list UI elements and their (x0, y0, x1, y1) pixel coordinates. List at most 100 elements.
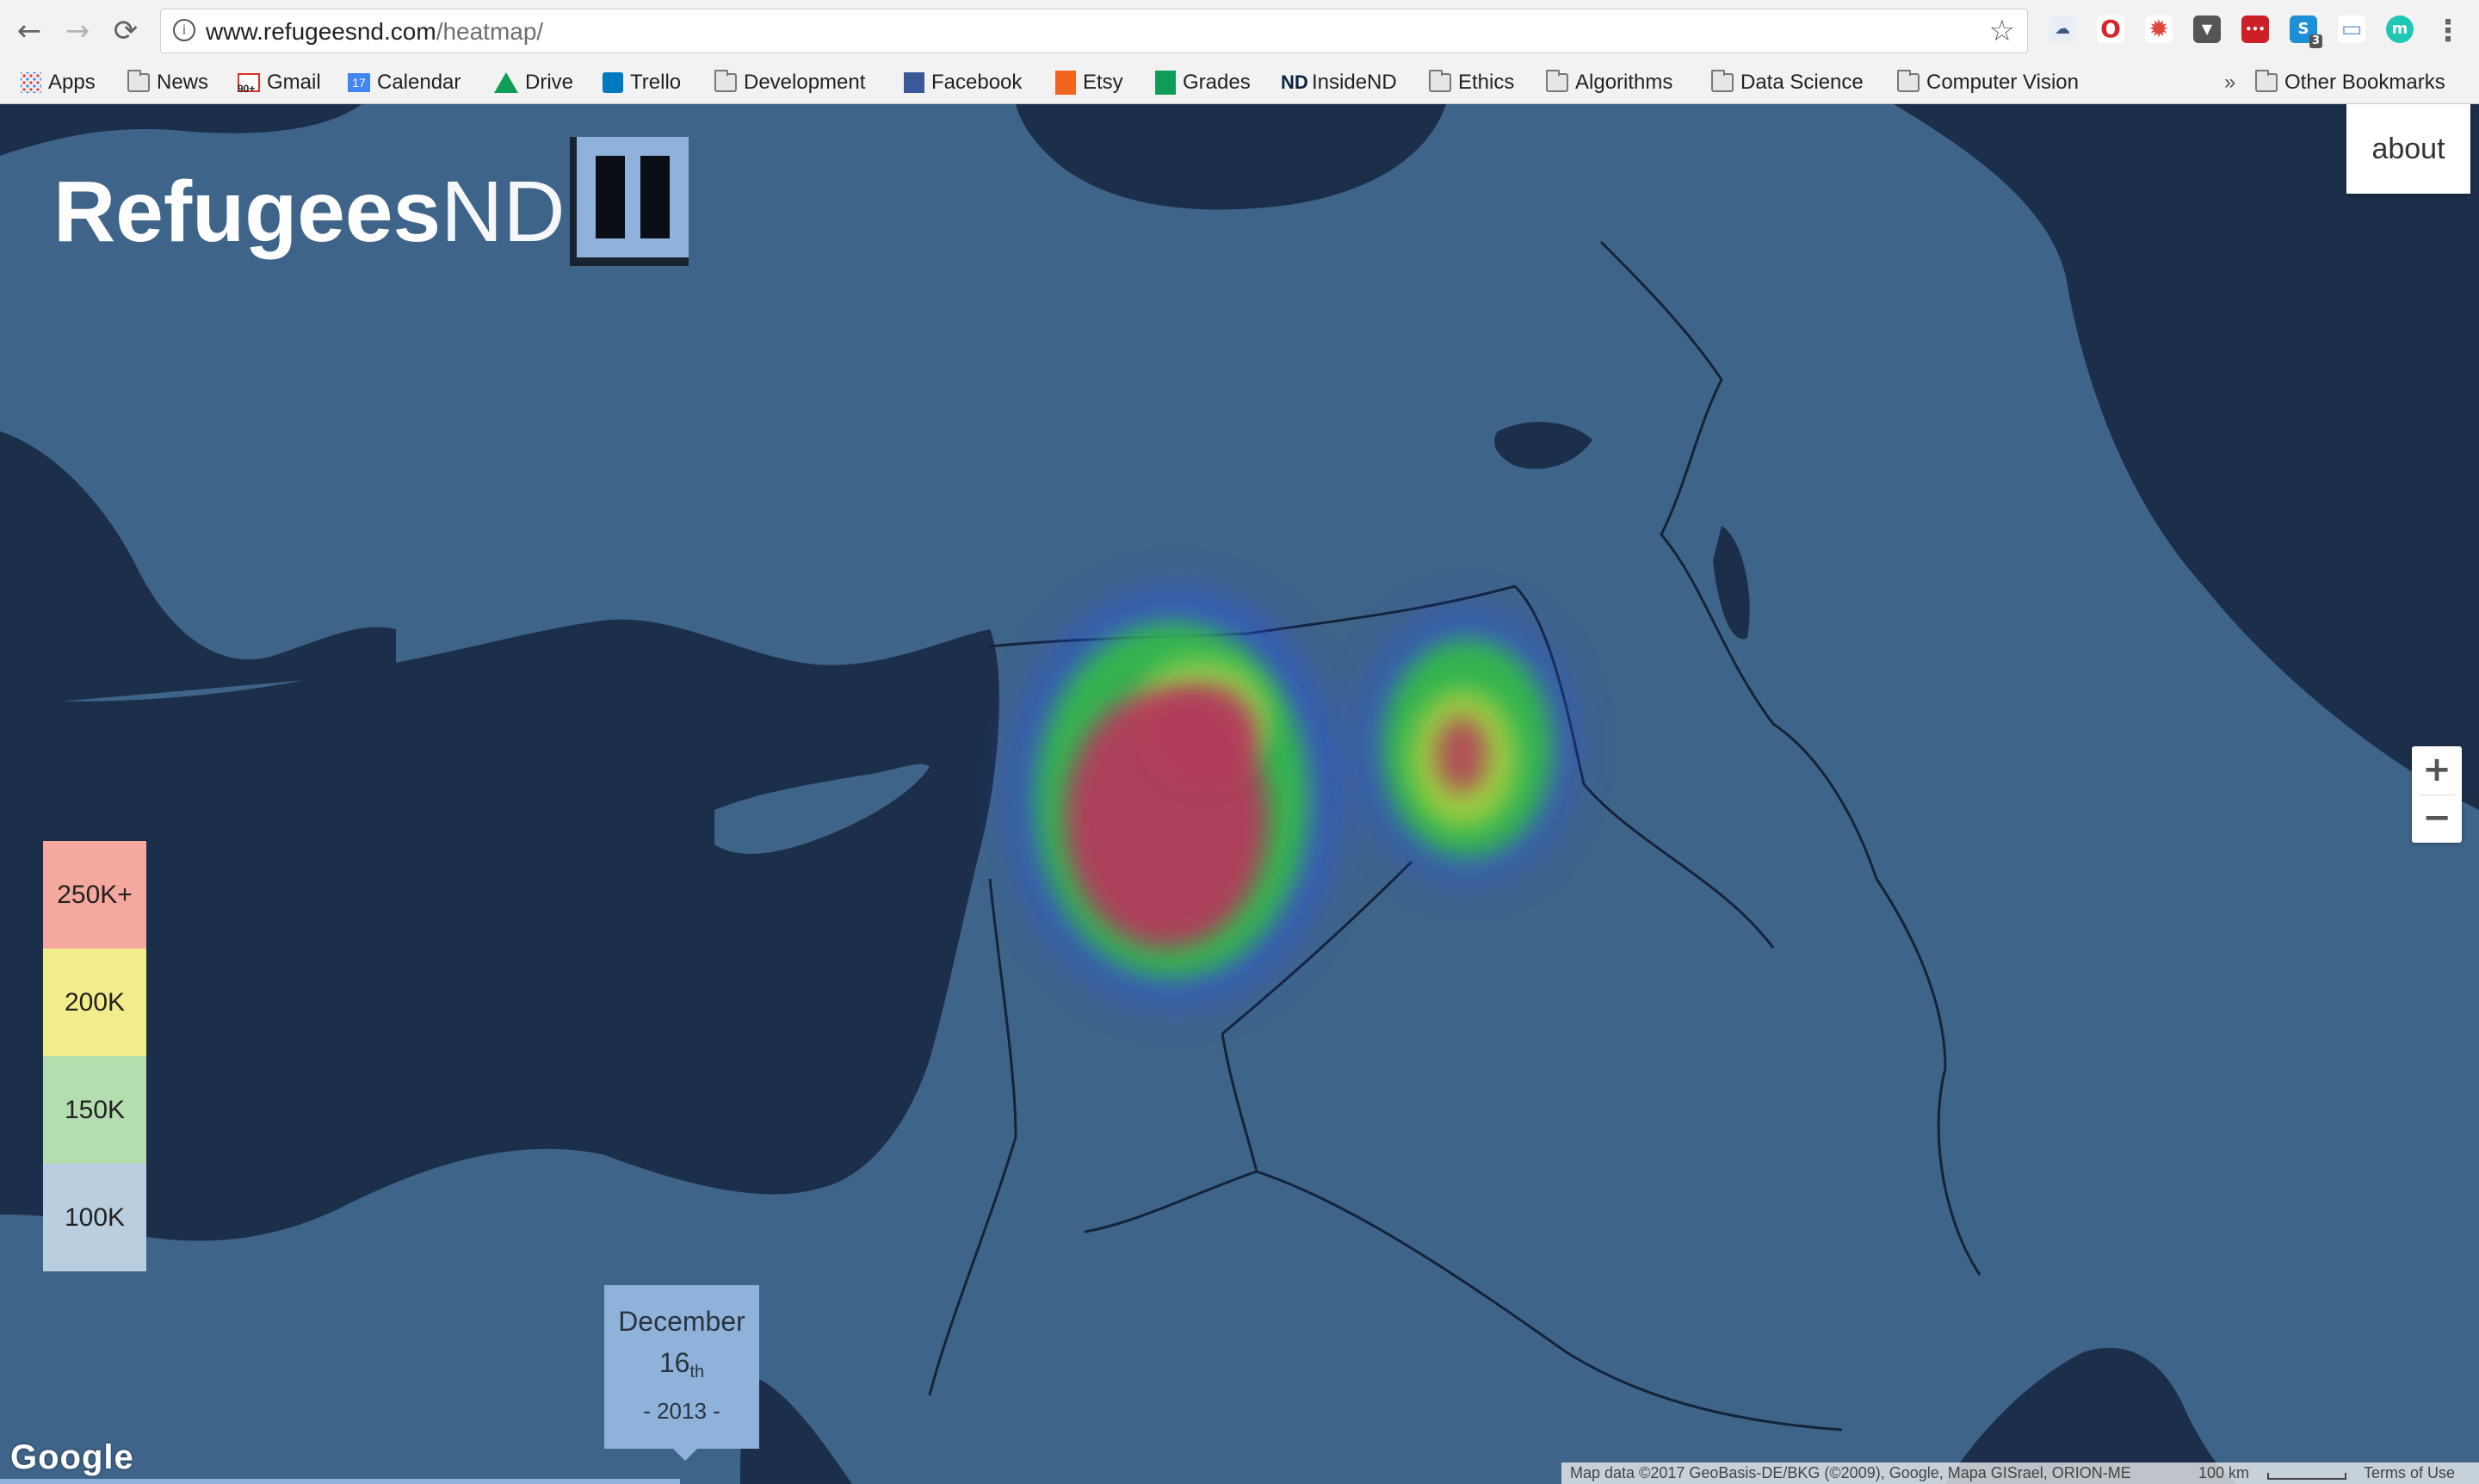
bookmark-trello[interactable]: Trello (603, 65, 681, 100)
gmail-icon: 90+ (238, 73, 260, 95)
bookmark-label: Drive (525, 71, 574, 94)
bookmark-label: Etsy (1083, 71, 1123, 94)
bookmark-grades[interactable]: Grades (1155, 65, 1251, 100)
bookmark-algorithms[interactable]: Algorithms (1546, 65, 1672, 100)
bookmark-other-bookmarks[interactable]: Other Bookmarks (2255, 65, 2445, 100)
bookmark-label: Data Science (1740, 71, 1864, 94)
pause-bar-right (640, 156, 670, 238)
info-icon[interactable]: i (173, 19, 195, 41)
bookmark-label: Other Bookmarks (2284, 71, 2445, 94)
map-scale-bar (2267, 1473, 2346, 1480)
bookmark-apps[interactable]: Apps (21, 65, 96, 100)
bookmark-label: Algorithms (1575, 71, 1673, 94)
sheets-icon (1155, 71, 1176, 95)
google-logo[interactable]: Google (10, 1438, 134, 1476)
bookmark-drive[interactable]: Drive (494, 65, 573, 100)
bookmark-data-science[interactable]: Data Science (1711, 65, 1864, 100)
bookmark-insidend[interactable]: ND InsideND (1281, 65, 1397, 100)
m-extension-icon[interactable]: m (2386, 15, 2414, 43)
browser-menu-icon[interactable]: ⋮ (2431, 14, 2465, 48)
folder-icon (714, 70, 737, 92)
bug-extension-icon[interactable]: ✹ (2145, 15, 2173, 43)
bookmark-label: Gmail (267, 71, 321, 94)
scale-label[interactable]: 100 km (2198, 1462, 2249, 1484)
attribution-text: Map data ©2017 GeoBasis-DE/BKG (©2009), … (1570, 1464, 2131, 1481)
pocket-extension-icon[interactable]: ▼ (2193, 15, 2221, 43)
folder-icon (127, 70, 150, 92)
date-day-number: 16 (658, 1347, 690, 1378)
url-text[interactable]: www.refugeesnd.com/heatmap/ (206, 20, 543, 44)
trello-icon (603, 72, 623, 93)
legend-label: 200K (64, 988, 126, 1017)
heatmap-map[interactable]: RefugeesND about + − 250K+ 200K 150K 100… (0, 104, 2479, 1484)
date-month: December (618, 1306, 745, 1337)
date-pointer (673, 1449, 697, 1461)
bookmark-label: Facebook (931, 71, 1023, 94)
url-host: www.refugeesnd.com (206, 18, 436, 45)
legend-item-200k: 200K (43, 949, 146, 1056)
bookmark-label: News (157, 71, 209, 94)
zoom-out-button[interactable]: − (2412, 795, 2462, 843)
bookmark-label: Calendar (377, 71, 461, 94)
bookmark-label: Trello (630, 71, 682, 94)
zoom-control: + − (2412, 746, 2462, 843)
bookmark-label: Development (744, 71, 866, 94)
legend-label: 150K (64, 1096, 126, 1124)
browser-chrome: ← → ⟳ i www.refugeesnd.com/heatmap/ ☆ ☁ … (0, 0, 2479, 104)
skype-badge: 3 (2309, 34, 2322, 48)
logo-bold-text: Refugees (53, 164, 442, 260)
folder-icon (2255, 70, 2278, 92)
bookmark-label: Grades (1183, 71, 1251, 94)
date-day-suffix: th (689, 1363, 705, 1382)
about-button[interactable]: about (2346, 104, 2470, 194)
bookmarks-bar: Apps News 90+ Gmail 17 Calendar Drive Tr… (0, 62, 2479, 103)
bookmark-facebook[interactable]: Facebook (904, 65, 1022, 100)
legend-label: 100K (64, 1203, 126, 1232)
bookmark-computer-vision[interactable]: Computer Vision (1897, 65, 2079, 100)
bookmark-ethics[interactable]: Ethics (1429, 65, 1514, 100)
bookmark-star-icon[interactable]: ☆ (1989, 15, 2015, 47)
legend-item-100k: 100K (43, 1164, 146, 1271)
folder-icon (1429, 70, 1451, 92)
back-arrow-icon[interactable]: ← (12, 14, 46, 48)
pause-button[interactable] (570, 137, 689, 266)
bookmark-etsy[interactable]: Etsy (1055, 65, 1123, 100)
address-bar[interactable]: i www.refugeesnd.com/heatmap/ ☆ (160, 9, 2028, 53)
cloud-extension-icon[interactable]: ☁ (2049, 15, 2076, 43)
map-canvas (0, 104, 2479, 1484)
bookmark-news[interactable]: News (127, 65, 208, 100)
lastpass-extension-icon[interactable]: ••• (2241, 15, 2269, 43)
timeline-progress[interactable] (0, 1479, 680, 1484)
mediterranean-sea-water (0, 619, 999, 1241)
zoom-in-button[interactable]: + (2412, 746, 2462, 795)
logo-light-text: ND (441, 164, 566, 260)
site-logo[interactable]: RefugeesND (53, 164, 566, 259)
terms-link[interactable]: Terms of Use (2364, 1462, 2455, 1484)
folder-icon (1711, 70, 1734, 92)
bookmarks-overflow-chevron-icon[interactable]: » (2224, 65, 2235, 100)
bookmark-calendar[interactable]: 17 Calendar (348, 65, 461, 100)
bookmark-label: Computer Vision (1926, 71, 2079, 94)
skype-extension-icon[interactable]: S3 (2290, 15, 2322, 48)
reload-icon[interactable]: ⟳ (108, 14, 143, 48)
apps-icon (21, 72, 41, 93)
folder-icon (1546, 70, 1568, 92)
bookmark-development[interactable]: Development (714, 65, 865, 100)
etsy-icon (1055, 71, 1076, 95)
browser-toolbar: ← → ⟳ i www.refugeesnd.com/heatmap/ ☆ ☁ … (0, 0, 2479, 62)
pause-icon (577, 137, 689, 257)
drive-icon (494, 72, 518, 93)
date-day: 16th (604, 1345, 759, 1384)
url-path: /heatmap/ (436, 18, 544, 45)
window-extension-icon[interactable]: ▭ (2338, 15, 2365, 43)
heatmap-hotspot-west (1016, 595, 1334, 999)
opera-extension-icon[interactable]: O (2097, 15, 2124, 43)
heat-legend: 250K+ 200K 150K 100K (43, 841, 146, 1271)
bookmark-gmail[interactable]: 90+ Gmail (238, 65, 321, 100)
legend-item-250k: 250K+ (43, 841, 146, 949)
pause-bar-left (596, 156, 625, 238)
calendar-icon: 17 (348, 73, 370, 92)
date-indicator[interactable]: December 16th - 2013 - (604, 1285, 759, 1449)
gmail-badge: 90+ (238, 83, 256, 95)
forward-arrow-icon[interactable]: → (60, 14, 95, 48)
